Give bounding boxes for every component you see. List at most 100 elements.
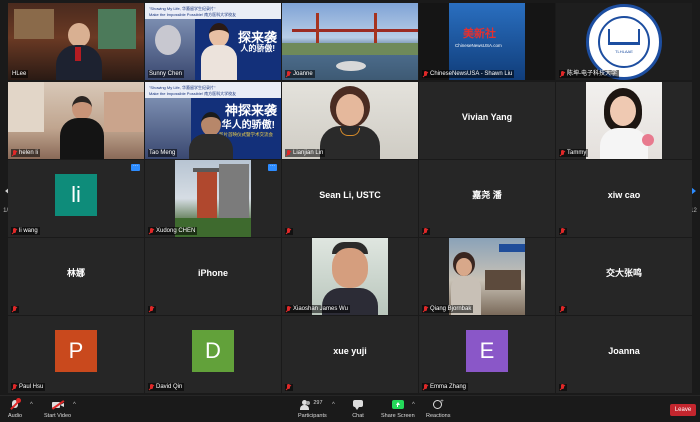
video-tile-jiayao-pan[interactable]: 嘉尧 潘 xyxy=(419,160,555,237)
participant-display-name: xue yuji xyxy=(333,345,367,356)
profile-photo xyxy=(145,160,281,237)
mic-muted-icon xyxy=(149,227,154,235)
participant-display-name: 嘉尧 潘 xyxy=(472,190,502,200)
avatar: P xyxy=(55,329,97,372)
participant-name: Qiang Bjornbak xyxy=(422,305,474,313)
participant-name: David Qin xyxy=(148,383,185,391)
video-tile-jiaoda-zhangming[interactable]: 交大张鸣 xyxy=(556,238,692,315)
profile-photo xyxy=(419,238,555,315)
participant-name: ChineseNewsUSA - Shawn Liu xyxy=(422,70,515,78)
video-tile-chen-kun[interactable]: TLHLAAE 陈坤-电子科技大学 xyxy=(556,3,692,80)
mic-muted-icon xyxy=(560,149,565,157)
more-options-icon[interactable]: ··· xyxy=(131,164,140,171)
share-options-caret[interactable]: ^ xyxy=(412,402,415,408)
participant-display-name: iPhone xyxy=(197,267,228,278)
participant-display-name: xiw cao xyxy=(607,189,641,200)
participant-name xyxy=(148,306,156,313)
mic-muted-icon xyxy=(149,306,154,313)
avatar: D xyxy=(192,329,234,372)
video-tile-xiaoshan-james-wu[interactable]: Xiaoshan James Wu xyxy=(282,238,418,315)
video-tile-qiang-bjornbak[interactable]: Qiang Bjornbak xyxy=(419,238,555,315)
video-tile-sean-li[interactable]: Sean Li, USTC xyxy=(282,160,418,237)
mic-muted-icon xyxy=(286,149,291,157)
mic-muted-icon xyxy=(560,70,565,78)
participant-name xyxy=(559,306,567,313)
participants-icon: 297 xyxy=(300,399,324,411)
participant-display-name: Joanna xyxy=(608,345,640,356)
video-options-caret[interactable]: ^ xyxy=(73,402,76,408)
mic-muted-icon xyxy=(12,227,17,235)
start-video-button[interactable]: Start Video xyxy=(44,399,71,419)
participant-display-name: 交大张鸣 xyxy=(605,268,642,278)
video-camera-off-icon xyxy=(51,399,64,411)
logo-background: 美新社 ChineseNewsUSA.com xyxy=(419,3,555,80)
video-tile-sunny-chen[interactable]: "Showing My Life, 华裔留学生纪录片" Make the Imp… xyxy=(145,3,281,80)
participant-name xyxy=(11,306,19,313)
video-tile-david-qin[interactable]: D David Qin xyxy=(145,316,281,393)
meeting-toolbar: Audio ^ Start Video ^ 297 Participants ^ xyxy=(0,395,700,422)
share-screen-button[interactable]: Share Screen xyxy=(381,399,415,419)
participant-name: li wang xyxy=(11,227,40,235)
leave-button[interactable]: Leave xyxy=(670,404,696,416)
video-tile-li-wang[interactable]: li ··· li wang xyxy=(8,160,144,237)
mic-muted-icon xyxy=(12,306,17,313)
profile-photo xyxy=(282,238,418,315)
reactions-button[interactable]: + Reactions xyxy=(426,399,450,419)
video-tile-paul-hsu[interactable]: P Paul Hsu xyxy=(8,316,144,393)
participant-name: Xiaoshan James Wu xyxy=(285,305,350,313)
video-tile-lin-na[interactable]: 林娜 xyxy=(8,238,144,315)
smiley-add-icon: + xyxy=(432,399,444,411)
participant-display-name: Sean Li, USTC xyxy=(319,189,381,200)
participant-name: Sunny Chen xyxy=(148,70,185,78)
mic-muted-icon xyxy=(560,228,565,235)
share-screen-icon xyxy=(391,399,404,411)
participant-name xyxy=(285,228,293,235)
participant-name xyxy=(559,384,567,391)
video-tile-vivian-yang[interactable]: Vivian Yang xyxy=(419,82,555,159)
mic-muted-icon xyxy=(286,228,291,235)
participant-name: Paul Hsu xyxy=(11,383,46,391)
avatar: li xyxy=(55,173,97,216)
video-tile-xue-yuji[interactable]: xue yuji xyxy=(282,316,418,393)
mic-muted-icon xyxy=(286,305,291,313)
camera-video-feed xyxy=(8,82,144,159)
video-tile-hlee[interactable]: HLee xyxy=(8,3,144,80)
participant-display-name: Vivian Yang xyxy=(461,111,513,122)
chat-button[interactable]: Chat xyxy=(352,399,364,419)
video-tile-emma-zhang[interactable]: E Emma Zhang xyxy=(419,316,555,393)
participant-name: Joanne xyxy=(285,70,315,78)
audio-button[interactable]: Audio xyxy=(8,398,22,419)
participant-name xyxy=(422,228,430,235)
participant-name: Emma Zhang xyxy=(422,383,469,391)
avatar: E xyxy=(466,329,508,372)
mic-muted-icon xyxy=(423,383,428,391)
participant-name xyxy=(285,384,293,391)
video-tile-helen-li[interactable]: helen li xyxy=(8,82,144,159)
video-tile-xudong-chen[interactable]: ··· Xudong CHEN xyxy=(145,160,281,237)
participants-options-caret[interactable]: ^ xyxy=(332,402,335,408)
video-tile-tao-meng[interactable]: "Showing My Life, 华裔留学生纪录片" Make the Imp… xyxy=(145,82,281,159)
video-tile-lianjian-lin[interactable]: Lianjian Lin xyxy=(282,82,418,159)
participant-name: Tammy xyxy=(559,149,589,157)
video-tile-joanna[interactable]: Joanna xyxy=(556,316,692,393)
participant-name: Lianjian Lin xyxy=(285,149,326,157)
mic-muted-icon xyxy=(286,70,291,78)
mic-muted-icon xyxy=(12,383,17,391)
mic-muted-icon xyxy=(423,305,428,313)
video-tile-tammy[interactable]: Tammy xyxy=(556,82,692,159)
participants-button[interactable]: 297 Participants xyxy=(298,399,327,419)
video-tile-joanne[interactable]: Joanne xyxy=(282,3,418,80)
mic-muted-icon xyxy=(12,149,17,157)
video-tile-chinesenewsusa[interactable]: 美新社 ChineseNewsUSA.com ChineseNewsUSA - … xyxy=(419,3,555,80)
participant-name: helen li xyxy=(11,149,41,157)
video-tile-xiw-cao[interactable]: xiw cao xyxy=(556,160,692,237)
more-options-icon[interactable]: ··· xyxy=(268,164,277,171)
mic-muted-icon xyxy=(423,228,428,235)
participant-name: HLee xyxy=(11,70,29,78)
participant-name: 陈坤-电子科技大学 xyxy=(559,70,619,78)
camera-video-feed xyxy=(282,82,418,159)
participant-name xyxy=(559,228,567,235)
microphone-muted-icon xyxy=(9,398,22,411)
audio-options-caret[interactable]: ^ xyxy=(30,402,33,408)
video-tile-iphone[interactable]: iPhone xyxy=(145,238,281,315)
